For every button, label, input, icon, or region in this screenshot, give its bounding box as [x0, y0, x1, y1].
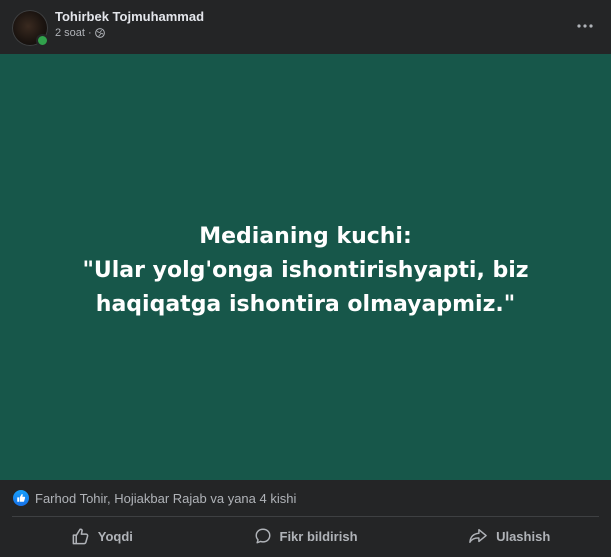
comment-button[interactable]: Fikr bildirish: [204, 517, 408, 555]
globe-icon[interactable]: [94, 28, 105, 38]
post-time[interactable]: 2 soat: [55, 27, 85, 39]
post-meta: 2 soat ·: [55, 27, 105, 39]
reactions-bar[interactable]: Farhod Tohir, Hojiakbar Rajab va yana 4 …: [0, 480, 611, 516]
meta-separator: ·: [87, 27, 92, 39]
post-text-line-3: haqiqatga ishontira olmayapmiz.": [95, 292, 516, 317]
online-status-indicator: [36, 34, 49, 47]
post-header: Tohirbek Tojmuhammad 2 soat ·: [0, 0, 611, 54]
like-label: Yoqdi: [97, 528, 133, 544]
avatar-container[interactable]: [12, 10, 49, 47]
reactors-summary[interactable]: Farhod Tohir, Hojiakbar Rajab va yana 4 …: [35, 491, 296, 506]
comment-label: Fikr bildirish: [279, 528, 358, 544]
author-name[interactable]: Tohirbek Tojmuhammad: [55, 9, 204, 24]
like-button[interactable]: Yoqdi: [0, 517, 204, 555]
share-button[interactable]: Ulashish: [407, 517, 611, 555]
share-label: Ulashish: [496, 528, 551, 544]
post-image[interactable]: Medianing kuchi: "Ular yolg'onga ishonti…: [0, 54, 611, 480]
post-image-text: Medianing kuchi: "Ular yolg'onga ishonti…: [82, 220, 528, 322]
post-text-line-1: Medianing kuchi:: [199, 224, 412, 249]
like-reaction-icon: [13, 490, 29, 506]
comment-bubble-icon: [255, 528, 270, 544]
more-options-icon: [577, 24, 593, 28]
share-arrow-icon: [469, 528, 487, 544]
post-actions: Yoqdi Fikr bildirish Ulashish: [0, 517, 611, 555]
more-options-button[interactable]: [573, 14, 597, 38]
thumbs-up-icon: [72, 527, 89, 544]
post-text-line-2: "Ular yolg'onga ishontirishyapti, biz: [82, 258, 529, 283]
